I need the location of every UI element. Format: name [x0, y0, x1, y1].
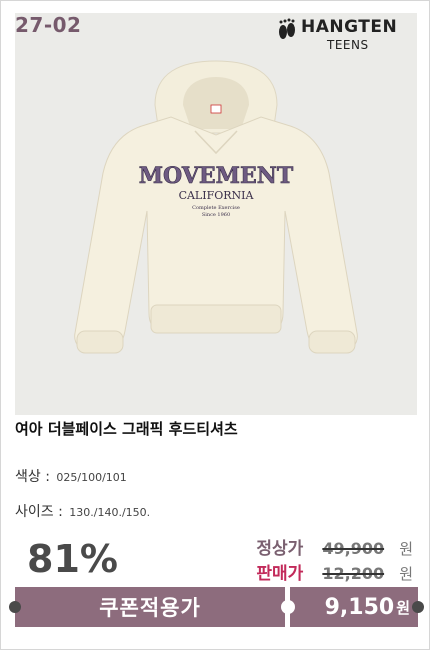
brand-name: HANGTEN [301, 17, 398, 37]
print-sub: CALIFORNIA [179, 189, 255, 202]
color-value: 025/100/101 [56, 471, 127, 484]
sale-price-row: 판매가 12,200 원 [256, 559, 413, 584]
discount-rate: 81% [27, 537, 118, 581]
coupon-price: 9,150 [324, 594, 395, 620]
product-code: 27-02 [15, 13, 82, 37]
size-spec: 사이즈 : 130./140./150. [15, 501, 150, 521]
color-label: 색상 : [15, 469, 50, 485]
product-title[interactable]: 여아 더블페이스 그래픽 후드티셔츠 [15, 418, 238, 439]
coupon-price-label: 쿠폰적용가 [99, 596, 201, 620]
hoodie-illustration: MOVEMENT CALIFORNIA Complete Exercise Si… [74, 60, 358, 354]
ticket-notch-divider [281, 600, 295, 614]
size-value: 130./140./150. [69, 506, 151, 519]
regular-price-row: 정상가 49,900 원 [256, 534, 413, 559]
ticket-notch-left [9, 601, 21, 613]
color-spec: 색상 : 025/100/101 [15, 466, 127, 486]
print-main: MOVEMENT [139, 163, 294, 189]
footprint-icon [279, 18, 295, 39]
ticket-notch-right [412, 601, 424, 613]
product-image[interactable]: MOVEMENT CALIFORNIA Complete Exercise Si… [15, 13, 417, 415]
print-line2: Since 1960 [202, 212, 230, 218]
sale-price-currency: 원 [399, 565, 413, 583]
coupon-price-label-bar[interactable]: 쿠폰적용가 [15, 587, 285, 627]
brand-logo: HANGTEN TEENS [277, 15, 417, 55]
sale-price: 12,200 [322, 564, 385, 583]
sale-price-label: 판매가 [256, 564, 304, 584]
product-card[interactable]: MOVEMENT CALIFORNIA Complete Exercise Si… [0, 0, 430, 650]
print-line1: Complete Exercise [192, 205, 240, 211]
regular-price: 49,900 [322, 539, 385, 558]
brand-sub: TEENS [327, 38, 369, 52]
coupon-price-currency: 원 [396, 598, 410, 617]
coupon-price-bar[interactable]: 9,150 원 [290, 587, 418, 627]
regular-price-label: 정상가 [256, 539, 304, 559]
size-label: 사이즈 : [15, 504, 63, 520]
regular-price-currency: 원 [399, 540, 413, 558]
